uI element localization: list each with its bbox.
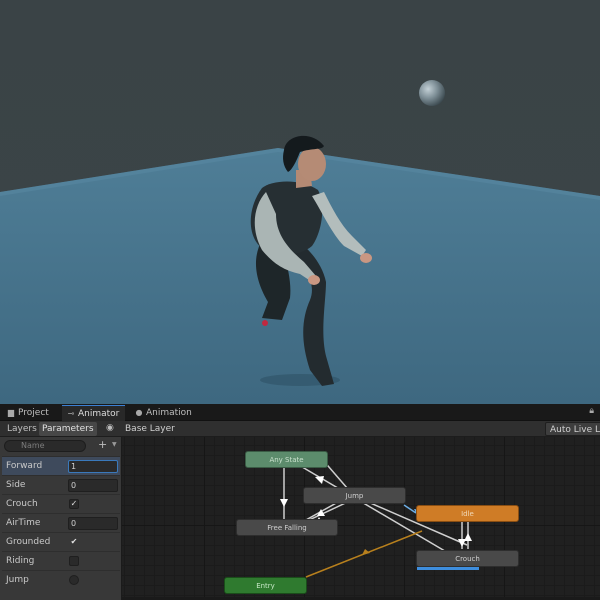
crouch-progress-bar xyxy=(417,567,479,570)
tab-animation[interactable]: ● Animation xyxy=(130,405,198,421)
active-transition-line xyxy=(403,504,417,514)
tab-project-label: Project xyxy=(18,408,49,418)
param-value-field[interactable]: 0 xyxy=(68,517,118,530)
state-node-free-falling[interactable]: Free Falling xyxy=(236,519,338,536)
param-label: Riding xyxy=(6,556,35,566)
state-node-crouch[interactable]: Crouch xyxy=(416,550,519,567)
param-row-jump[interactable]: Jump xyxy=(2,570,120,589)
param-row-riding[interactable]: Riding xyxy=(2,551,120,570)
chevron-down-icon[interactable]: ▼ xyxy=(112,441,117,448)
animator-toolbar: Layers Parameters ◉ Base Layer Auto Live… xyxy=(0,421,600,437)
tab-animator[interactable]: ⊸ Animator xyxy=(62,405,126,421)
transition-arrow xyxy=(315,476,324,484)
state-node-entry[interactable]: Entry xyxy=(224,577,307,594)
state-node-jump[interactable]: Jump xyxy=(303,487,406,504)
param-row-grounded[interactable]: Grounded ✔ xyxy=(2,532,120,551)
tab-project[interactable]: ▆ Project xyxy=(2,405,55,421)
param-label: Side xyxy=(6,480,26,490)
parameters-panel: ⚲ Name + ▼ Forward 1 Side 0 Crouch ✓ Air… xyxy=(0,437,122,600)
param-checkbox[interactable]: ✔ xyxy=(69,537,79,547)
transition-arrow xyxy=(280,499,288,507)
tab-animator-label: Animator xyxy=(78,409,120,419)
param-row-side[interactable]: Side 0 xyxy=(2,475,120,494)
scene-render xyxy=(0,80,600,404)
param-row-forward[interactable]: Forward 1 xyxy=(2,456,120,475)
param-row-airtime[interactable]: AirTime 0 xyxy=(2,513,120,532)
param-value-field[interactable]: 1 xyxy=(68,460,118,473)
lock-icon[interactable]: 🔒︎ xyxy=(589,406,594,416)
state-node-idle[interactable]: Idle xyxy=(416,505,519,522)
parameters-tab-button[interactable]: Parameters xyxy=(39,422,97,436)
param-label: Crouch xyxy=(6,499,38,509)
parameter-search-input[interactable]: Name xyxy=(4,440,86,452)
param-checkbox[interactable]: ✓ xyxy=(69,499,79,509)
auto-live-link-button[interactable]: Auto Live Lin xyxy=(545,422,600,436)
param-label: Forward xyxy=(6,461,43,471)
origin-marker xyxy=(262,320,268,326)
animation-clock-icon: ● xyxy=(135,408,143,417)
param-label: AirTime xyxy=(6,518,41,528)
breadcrumb[interactable]: Base Layer xyxy=(125,422,175,436)
folder-icon: ▆ xyxy=(7,408,15,417)
param-trigger-radio[interactable] xyxy=(69,575,79,585)
layers-tab-button[interactable]: Layers xyxy=(4,422,40,436)
add-parameter-button[interactable]: + xyxy=(98,439,107,451)
param-value-field[interactable]: 0 xyxy=(68,479,118,492)
state-node-any-state[interactable]: Any State xyxy=(245,451,328,468)
state-machine-graph[interactable]: Any State Jump Free Falling Idle Crouch … xyxy=(122,437,600,600)
transition-arrow xyxy=(464,533,472,541)
tab-bar: ▆ Project ⊸ Animator ● Animation 🔒︎ xyxy=(0,404,600,421)
scene-viewport[interactable] xyxy=(0,0,600,404)
param-label: Jump xyxy=(6,575,29,585)
param-checkbox[interactable] xyxy=(69,556,79,566)
param-label: Grounded xyxy=(6,537,51,547)
animator-icon: ⊸ xyxy=(67,409,75,418)
eye-icon[interactable]: ◉ xyxy=(106,423,114,433)
transition-lines xyxy=(280,458,473,578)
animator-window: ▆ Project ⊸ Animator ● Animation 🔒︎ Layers … xyxy=(0,404,600,600)
tab-animation-label: Animation xyxy=(146,408,192,418)
param-row-crouch[interactable]: Crouch ✓ xyxy=(2,494,120,513)
reflection-sphere xyxy=(419,80,445,106)
